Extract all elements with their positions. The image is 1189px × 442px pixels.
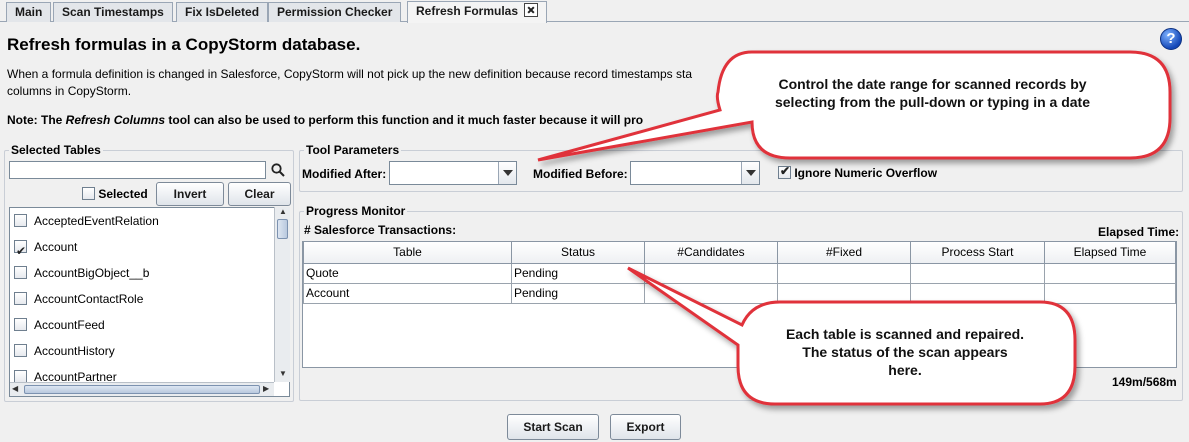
note-tool-name: Refresh Columns <box>65 113 166 127</box>
modified-after-label: Modified After: <box>302 167 387 181</box>
transactions-label: # Salesforce Transactions: <box>304 223 457 237</box>
table-cell <box>910 282 1045 304</box>
date-range-callout-text: Control the date range for scanned recor… <box>774 76 1090 110</box>
memory-indicator: 149m/568m <box>1112 375 1177 389</box>
tab-bar: Main Scan Timestamps Fix IsDeleted Permi… <box>0 0 1189 23</box>
ignore-overflow-label: Ignore Numeric Overflow <box>794 166 938 180</box>
tab-fix-isdeleted[interactable]: Fix IsDeleted <box>176 2 269 22</box>
scroll-left-icon[interactable]: ◀ <box>12 384 18 393</box>
tab-label: Refresh Formulas <box>416 4 519 18</box>
checkbox[interactable] <box>82 187 95 200</box>
column-header[interactable]: #Candidates <box>644 242 778 264</box>
tab-refresh-formulas[interactable]: Refresh Formulas <box>407 1 548 23</box>
selected-label: Selected <box>98 187 148 201</box>
description-line-1: When a formula definition is changed in … <box>7 67 693 81</box>
list-item[interactable]: Account <box>10 234 289 264</box>
column-header[interactable]: Table <box>303 242 512 264</box>
progress-table: Table Status #Candidates #Fixed Process … <box>302 241 1177 368</box>
list-item[interactable]: AccountBigObject__b <box>10 260 289 286</box>
column-header[interactable]: Process Start <box>910 242 1045 264</box>
tab-label: Main <box>15 5 43 19</box>
tab-label: Permission Checker <box>277 5 393 19</box>
checkbox[interactable] <box>14 266 27 279</box>
tab-permission-checker[interactable]: Permission Checker <box>268 2 402 22</box>
list-item-label: AccountFeed <box>34 318 105 332</box>
note-prefix: Note: The <box>7 113 66 127</box>
table-cell: Quote <box>303 262 512 284</box>
modified-before-combo[interactable] <box>630 161 760 185</box>
table-cell: Pending <box>511 282 645 304</box>
table-list: AcceptedEventRelation Account AccountBig… <box>9 207 290 397</box>
table-cell: Account <box>303 282 512 304</box>
table-cell <box>777 282 911 304</box>
search-icon[interactable] <box>269 161 287 179</box>
description: When a formula definition is changed in … <box>7 66 747 100</box>
start-scan-button[interactable]: Start Scan <box>507 414 599 440</box>
scroll-down-icon[interactable]: ▼ <box>279 369 287 378</box>
checkbox[interactable] <box>14 318 27 331</box>
checkbox[interactable] <box>14 292 27 305</box>
modified-before-label: Modified Before: <box>533 167 628 181</box>
group-title: Progress Monitor <box>304 204 408 218</box>
list-item-label: Account <box>34 240 78 254</box>
table-cell <box>777 262 911 284</box>
clear-button[interactable]: Clear <box>228 182 291 206</box>
column-header[interactable]: Elapsed Time <box>1044 242 1176 264</box>
table-cell <box>1044 282 1176 304</box>
note-suffix: tool can also be used to perform this fu… <box>165 113 644 127</box>
column-header[interactable]: Status <box>511 242 645 264</box>
scroll-thumb[interactable] <box>24 385 260 394</box>
column-header[interactable]: #Fixed <box>777 242 911 264</box>
tab-scan-timestamps[interactable]: Scan Timestamps <box>53 2 173 22</box>
tab-main[interactable]: Main <box>6 2 52 22</box>
group-title: Tool Parameters <box>304 143 402 157</box>
tab-label: Fix IsDeleted <box>185 5 260 19</box>
invert-button[interactable]: Invert <box>156 182 224 206</box>
scroll-right-icon[interactable]: ▶ <box>263 384 269 393</box>
close-icon[interactable] <box>524 3 539 17</box>
checkbox[interactable] <box>14 214 27 227</box>
list-item-label: AccountContactRole <box>34 292 144 306</box>
status-callout-text: Each table is scanned and repaired. The … <box>785 326 1025 378</box>
scroll-thumb[interactable] <box>277 219 288 239</box>
table-header-row: Table Status #Candidates #Fixed Process … <box>303 242 1176 264</box>
table-cell: Pending <box>511 262 645 284</box>
list-item-label: AccountBigObject__b <box>34 266 150 280</box>
checkbox[interactable] <box>14 238 27 264</box>
export-button[interactable]: Export <box>610 414 681 440</box>
list-item[interactable]: AcceptedEventRelation <box>10 208 289 234</box>
group-title: Selected Tables <box>9 143 103 157</box>
table-cell <box>910 262 1045 284</box>
description-line-2: columns in CopyStorm. <box>7 84 132 98</box>
table-row[interactable]: Account Pending <box>303 282 1176 304</box>
help-icon[interactable]: ? <box>1160 28 1182 50</box>
checkbox[interactable] <box>778 164 791 179</box>
table-cell <box>644 282 778 304</box>
ignore-overflow-checkbox[interactable]: Ignore Numeric Overflow <box>778 164 938 180</box>
horizontal-scrollbar[interactable]: ◀ ▶ <box>10 382 274 396</box>
search-input[interactable] <box>9 161 266 179</box>
list-item[interactable]: AccountContactRole <box>10 286 289 312</box>
table-cell <box>1044 262 1176 284</box>
vertical-scrollbar[interactable]: ▲ ▼ <box>274 207 290 382</box>
list-item-label: AcceptedEventRelation <box>34 214 159 228</box>
tab-label: Scan Timestamps <box>62 5 164 19</box>
selected-filter-checkbox[interactable]: Selected <box>82 187 148 201</box>
chevron-down-icon[interactable] <box>498 162 516 184</box>
list-item[interactable]: AccountHistory <box>10 338 289 364</box>
scroll-up-icon[interactable]: ▲ <box>279 207 287 216</box>
table-row[interactable]: Quote Pending <box>303 262 1176 284</box>
note: Note: The Refresh Columns tool can also … <box>7 113 747 127</box>
chevron-down-icon[interactable] <box>741 162 759 184</box>
page-title: Refresh formulas in a CopyStorm database… <box>7 35 361 54</box>
modified-after-combo[interactable] <box>389 161 517 185</box>
table-cell <box>644 262 778 284</box>
list-item-label: AccountHistory <box>34 344 115 358</box>
list-item[interactable]: AccountFeed <box>10 312 289 338</box>
checkbox[interactable] <box>14 344 27 357</box>
elapsed-time-label: Elapsed Time: <box>1098 225 1180 239</box>
